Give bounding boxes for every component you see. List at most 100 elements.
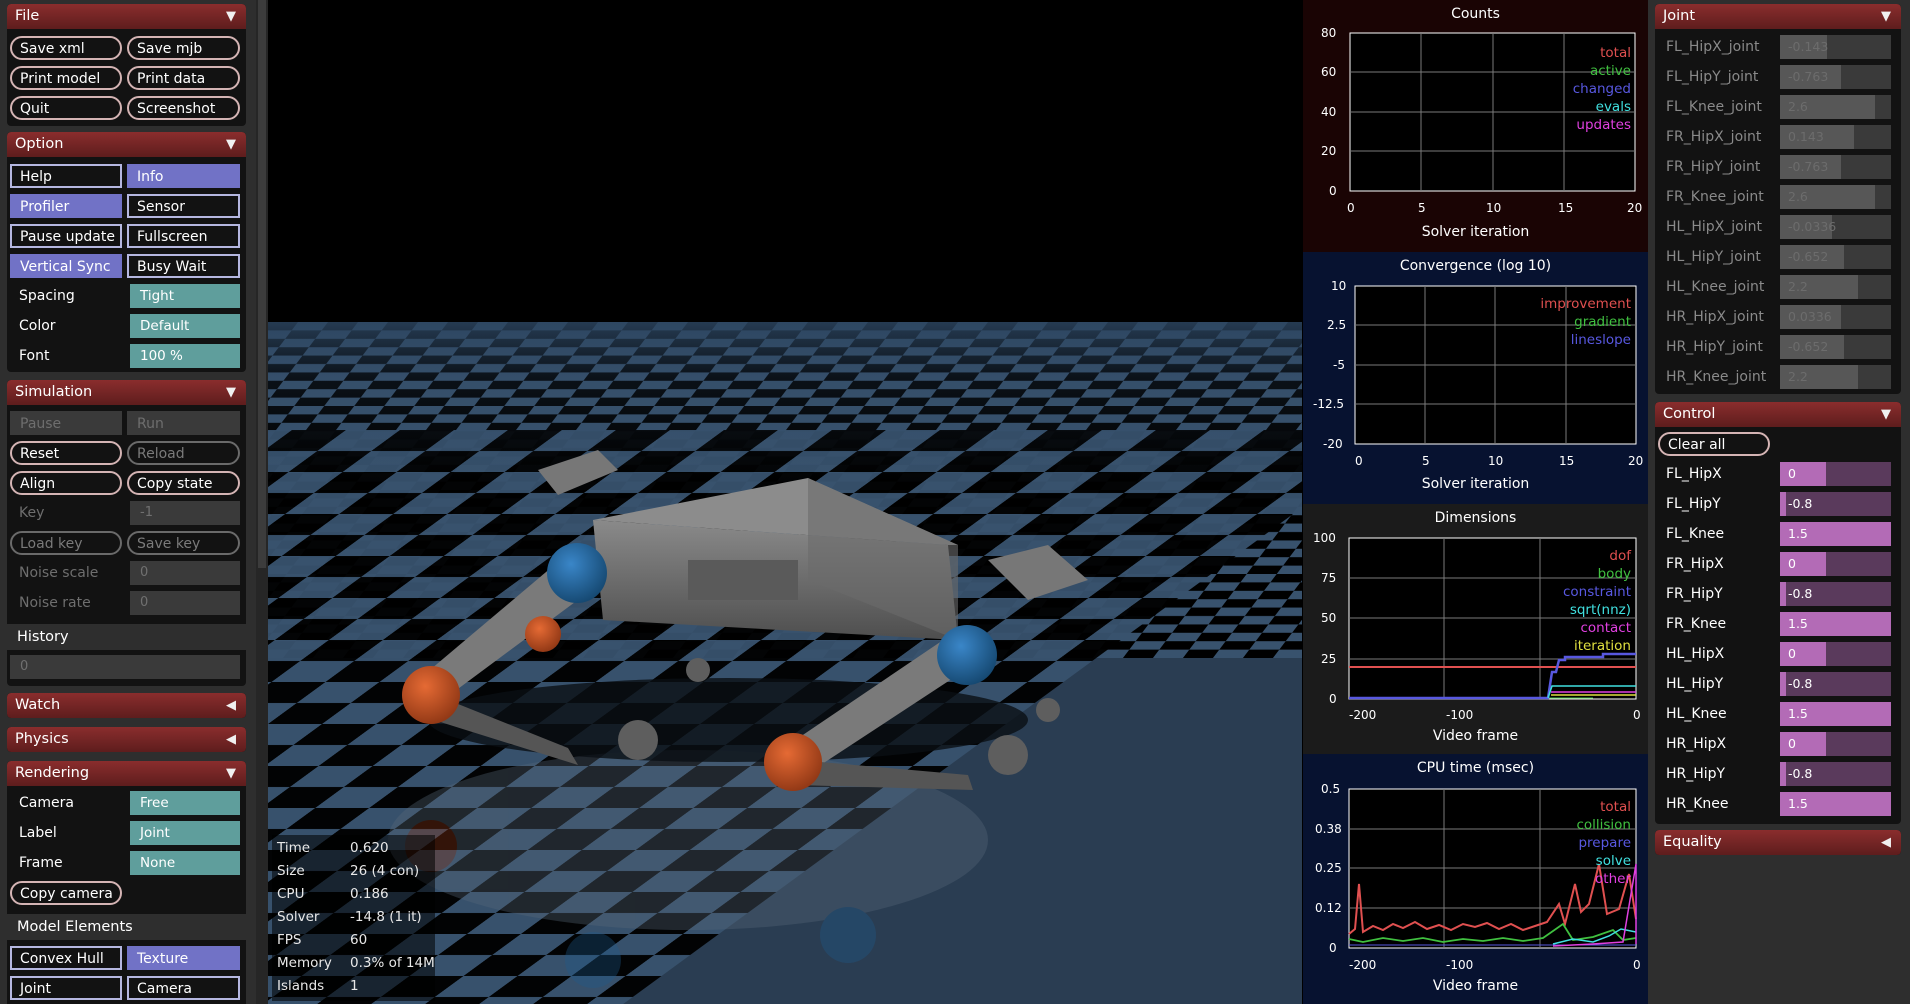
equality-section-header[interactable]: Equality ◀ xyxy=(1655,830,1901,855)
joint-section-header[interactable]: Joint ▼ xyxy=(1655,4,1901,29)
font-select[interactable]: 100 % xyxy=(130,344,240,368)
spacing-select[interactable]: Tight xyxy=(130,284,240,308)
control-slider[interactable]: 0 xyxy=(1780,732,1891,756)
joint-toggle[interactable]: Joint xyxy=(10,976,122,1000)
control-slider-fill xyxy=(1780,672,1786,696)
joint-slider[interactable]: 2.6 xyxy=(1780,95,1891,119)
watch-section: Watch ◀ xyxy=(7,693,246,718)
joint-slider[interactable]: 0.143 xyxy=(1780,125,1891,149)
info-value: 26 (4 con) xyxy=(350,863,420,879)
info-row-memory: Memory 0.3% of 14M xyxy=(277,952,437,974)
legend-entry: lineslope xyxy=(1570,332,1631,348)
control-slider[interactable]: -0.8 xyxy=(1780,672,1891,696)
control-slider-fill xyxy=(1780,762,1786,786)
align-button[interactable]: Align xyxy=(10,471,122,495)
joint-slider[interactable]: -0.652 xyxy=(1780,245,1891,269)
joint-slider[interactable]: -0.652 xyxy=(1780,335,1891,359)
history-slider[interactable]: 0 xyxy=(10,655,240,679)
spacing-label: Spacing xyxy=(19,288,75,304)
y-tick: 20 xyxy=(1321,144,1337,158)
x-tick: -200 xyxy=(1349,708,1377,722)
rendering-section-header[interactable]: Rendering ▼ xyxy=(7,761,246,786)
joint-slider[interactable]: 0.0336 xyxy=(1780,305,1891,329)
clear-all-button[interactable]: Clear all xyxy=(1658,432,1770,456)
joint-slider[interactable]: 2.2 xyxy=(1780,275,1891,299)
x-tick: 5 xyxy=(1422,454,1430,468)
y-tick: 0.5 xyxy=(1321,782,1341,796)
copy-state-button[interactable]: Copy state xyxy=(127,471,240,495)
control-slider[interactable]: 0 xyxy=(1780,642,1891,666)
save-key-button[interactable]: Save key xyxy=(127,531,240,555)
physics-header-label: Physics xyxy=(15,731,69,747)
noise-scale-field[interactable]: 0 xyxy=(130,561,240,585)
reload-button[interactable]: Reload xyxy=(127,441,240,465)
watch-section-header[interactable]: Watch ◀ xyxy=(7,693,246,718)
scrollbar-thumb[interactable] xyxy=(258,0,266,568)
y-tick: 100 xyxy=(1313,531,1336,545)
control-slider[interactable]: 1.5 xyxy=(1780,612,1891,636)
load-key-button[interactable]: Load key xyxy=(10,531,122,555)
control-slider[interactable]: -0.8 xyxy=(1780,582,1891,606)
control-section: Control ▼ Clear all FL_HipX 0 FL_HipY -0.8 F… xyxy=(1655,402,1901,824)
legend-entry: sqrt(nnz) xyxy=(1569,602,1631,618)
legend-entry: solve xyxy=(1595,853,1631,869)
legend-entry: body xyxy=(1597,566,1631,582)
save-xml-button[interactable]: Save xml xyxy=(10,36,122,60)
fullscreen-toggle[interactable]: Fullscreen xyxy=(127,224,240,248)
profiler-toggle[interactable]: Profiler xyxy=(10,194,122,218)
joint-slider[interactable]: -0.763 xyxy=(1780,155,1891,179)
busy-wait-toggle[interactable]: Busy Wait xyxy=(127,254,240,278)
frame-select[interactable]: None xyxy=(130,851,240,875)
screenshot-button[interactable]: Screenshot xyxy=(127,96,240,120)
joint-label: HL_HipX_joint xyxy=(1666,219,1762,235)
control-slider[interactable]: 1.5 xyxy=(1780,792,1891,816)
joint-header-label: Joint xyxy=(1663,8,1696,24)
option-section-header[interactable]: Option ▼ xyxy=(7,132,246,157)
info-toggle[interactable]: Info xyxy=(127,164,240,188)
x-tick: -100 xyxy=(1446,708,1474,722)
convex-hull-toggle[interactable]: Convex Hull xyxy=(10,946,122,970)
quit-button[interactable]: Quit xyxy=(10,96,122,120)
control-slider[interactable]: 1.5 xyxy=(1780,702,1891,726)
texture-toggle[interactable]: Texture xyxy=(127,946,240,970)
control-slider[interactable]: -0.8 xyxy=(1780,492,1891,516)
control-slider[interactable]: 0 xyxy=(1780,552,1891,576)
joint-slider[interactable]: -0.143 xyxy=(1780,35,1891,59)
simulation-section-header[interactable]: Simulation ▼ xyxy=(7,380,246,405)
cpu-time-plot: CPU time (msec) 0.5 0.38 0.25 0.12 0 -20… xyxy=(1303,754,1648,1004)
joint-slider[interactable]: 2.6 xyxy=(1780,185,1891,209)
vertical-sync-toggle[interactable]: Vertical Sync xyxy=(10,254,122,278)
control-slider[interactable]: 0 xyxy=(1780,462,1891,486)
camera-toggle[interactable]: Camera xyxy=(127,976,240,1000)
joint-slider-value: -0.763 xyxy=(1788,69,1829,84)
joint-slider[interactable]: -0.763 xyxy=(1780,65,1891,89)
noise-rate-field[interactable]: 0 xyxy=(130,591,240,615)
run-button[interactable]: Run xyxy=(127,411,240,435)
pause-update-toggle[interactable]: Pause update xyxy=(10,224,122,248)
print-data-button[interactable]: Print data xyxy=(127,66,240,90)
sensor-toggle[interactable]: Sensor xyxy=(127,194,240,218)
file-section-header[interactable]: File ▼ xyxy=(7,4,246,29)
help-toggle[interactable]: Help xyxy=(10,164,122,188)
camera-select[interactable]: Free xyxy=(130,791,240,815)
save-mjb-button[interactable]: Save mjb xyxy=(127,36,240,60)
joint-slider[interactable]: -0.0336 xyxy=(1780,215,1891,239)
y-tick: 2.5 xyxy=(1327,318,1347,332)
y-tick: 0 xyxy=(1329,184,1337,198)
control-slider-value: 0 xyxy=(1788,736,1796,751)
color-select[interactable]: Default xyxy=(130,314,240,338)
control-slider[interactable]: -0.8 xyxy=(1780,762,1891,786)
print-model-button[interactable]: Print model xyxy=(10,66,122,90)
reset-button[interactable]: Reset xyxy=(10,441,122,465)
control-slider-fill xyxy=(1780,552,1826,576)
copy-camera-button[interactable]: Copy camera xyxy=(10,881,122,905)
key-field[interactable]: -1 xyxy=(130,501,240,525)
left-panel-scrollbar[interactable] xyxy=(256,0,268,1004)
pause-button[interactable]: Pause xyxy=(10,411,122,435)
label-select[interactable]: Joint xyxy=(130,821,240,845)
joint-slider[interactable]: 2.2 xyxy=(1780,365,1891,389)
control-slider[interactable]: 1.5 xyxy=(1780,522,1891,546)
y-tick: 0.38 xyxy=(1315,822,1342,836)
physics-section-header[interactable]: Physics ◀ xyxy=(7,727,246,752)
control-section-header[interactable]: Control ▼ xyxy=(1655,402,1901,427)
